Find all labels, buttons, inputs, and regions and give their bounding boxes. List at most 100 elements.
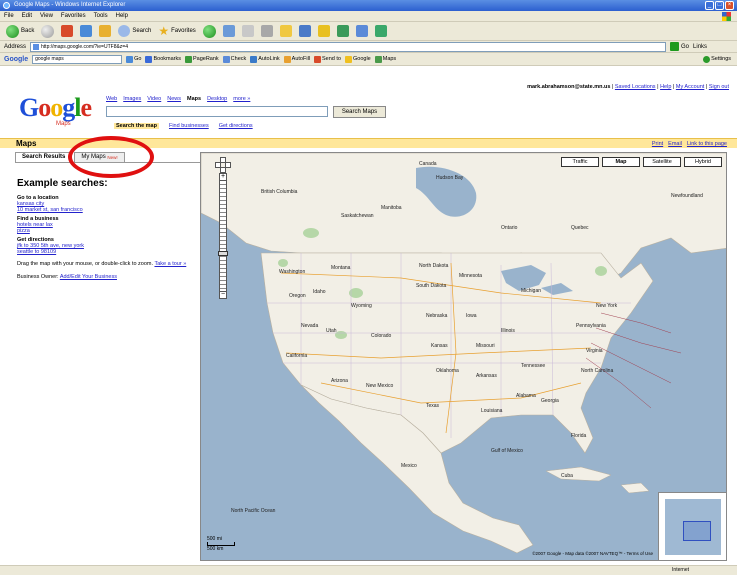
menu-view[interactable]: View (40, 13, 53, 19)
email-link[interactable]: Email (668, 141, 682, 147)
back-arrow-icon (6, 24, 19, 38)
get-directions-link[interactable]: Get directions (219, 123, 253, 129)
address-input[interactable]: http://maps.google.com/?ie=UTF8&z=4 (30, 41, 667, 52)
status-bar: Internet (0, 565, 737, 575)
go-button[interactable]: Go (670, 42, 689, 51)
links-label[interactable]: Links (693, 44, 707, 50)
zoom-out-icon[interactable]: − (219, 291, 227, 299)
search-maps-button[interactable]: Search Maps (333, 106, 386, 118)
take-a-tour-link[interactable]: Take a tour » (154, 261, 186, 267)
find-businesses-link[interactable]: Find businesses (169, 123, 209, 129)
sign-out-link[interactable]: Sign out (709, 84, 729, 90)
pagerank-icon (184, 55, 192, 63)
overview-map[interactable] (658, 492, 726, 560)
tab-search-results[interactable]: Search Results (15, 152, 73, 162)
address-label: Address (4, 43, 27, 50)
google-toolbar-sendto[interactable]: Send to (314, 55, 341, 63)
google-toolbar-google[interactable]: Google (344, 55, 371, 63)
google-toolbar-logo: Google (4, 55, 29, 63)
search-link-images[interactable]: Images (123, 96, 141, 102)
google-toolbar-autolink[interactable]: AutoLink (250, 55, 280, 63)
print-link[interactable]: Print (652, 141, 663, 147)
google-toolbar-check[interactable]: Check (222, 55, 246, 63)
refresh-icon (80, 25, 93, 37)
user-links: mark.abrahamson@state.mn.us | Saved Loca… (527, 84, 729, 90)
tools-button[interactable] (354, 24, 370, 39)
search-icon (118, 25, 131, 37)
search-link-more[interactable]: more » (233, 96, 250, 102)
media-button[interactable] (201, 24, 218, 39)
stop-button[interactable] (59, 24, 75, 39)
history-button[interactable] (221, 24, 237, 39)
google-toolbar-maps[interactable]: Maps (374, 55, 396, 63)
overview-viewport[interactable] (683, 521, 711, 541)
plugin-icon (374, 25, 387, 37)
search-link-maps: Maps (187, 96, 202, 102)
maximize-icon[interactable]: □ (715, 1, 724, 10)
hybrid-button[interactable]: Hybrid (684, 157, 722, 167)
windows-flag-icon (722, 12, 731, 21)
mail-button[interactable] (240, 24, 256, 39)
map-label: Texas (426, 403, 440, 409)
refresh-button[interactable] (78, 24, 94, 39)
close-icon[interactable]: × (725, 1, 734, 10)
research-button[interactable] (335, 24, 351, 39)
help-link[interactable]: Help (660, 84, 671, 90)
menu-edit[interactable]: Edit (22, 13, 32, 19)
home-button[interactable] (97, 24, 113, 39)
zoom-slider-track[interactable] (218, 181, 228, 291)
search-the-map-link[interactable]: Search the map (114, 123, 159, 129)
google-toolbar-pagerank[interactable]: PageRank (184, 55, 219, 63)
google-toolbar-go[interactable]: Go (126, 55, 141, 63)
example-link[interactable]: pizza (17, 228, 193, 234)
search-type-links: Web Images Video News Maps Desktop more … (106, 96, 250, 102)
plugin-button[interactable] (373, 24, 389, 39)
minimize-icon[interactable]: _ (705, 1, 714, 10)
search-link-video[interactable]: Video (147, 96, 161, 102)
forward-button[interactable] (39, 24, 56, 39)
link-to-page-link[interactable]: Link to this page (687, 141, 727, 147)
add-edit-business-link[interactable]: Add/Edit Your Business (60, 274, 117, 280)
google-logo[interactable]: Google (19, 95, 92, 121)
back-button[interactable]: Back (4, 24, 36, 39)
maps-search-input[interactable] (106, 106, 328, 117)
map-label: Idaho (313, 289, 326, 295)
example-link[interactable]: seattle to 98109 (17, 249, 193, 255)
mail-icon (241, 25, 254, 37)
satellite-button[interactable]: Satellite (643, 157, 681, 167)
discuss-button[interactable] (297, 24, 313, 39)
forward-arrow-icon (41, 24, 55, 38)
google-toolbar-autofill[interactable]: AutoFill (283, 55, 310, 63)
zoom-slider-handle[interactable] (218, 251, 228, 256)
map-button[interactable]: Map (602, 157, 640, 167)
edit-button[interactable] (278, 24, 294, 39)
map-label: Nevada (301, 323, 319, 329)
google-logo-maps-label: Maps (56, 121, 71, 127)
search-link-desktop[interactable]: Desktop (207, 96, 227, 102)
menu-favorites[interactable]: Favorites (61, 13, 86, 19)
highlight-circle-annotation (68, 136, 154, 178)
browser-toolbar: Back Search ★ Favorites (0, 22, 737, 41)
favorites-button[interactable]: ★ Favorites (156, 24, 197, 39)
google-toolbar-settings[interactable]: Settings (703, 55, 731, 63)
messenger-button[interactable] (316, 24, 332, 39)
window-title-bar: Google Maps - Windows Internet Explorer … (0, 0, 737, 11)
pan-control (215, 157, 231, 173)
menu-file[interactable]: File (4, 13, 14, 19)
search-link-news[interactable]: News (167, 96, 181, 102)
search-button[interactable]: Search (116, 24, 153, 39)
map-label: Colorado (371, 333, 392, 339)
map-canvas[interactable]: Canada Hudson Bay British Columbia Saska… (200, 152, 727, 561)
traffic-button[interactable]: Traffic (561, 157, 599, 167)
example-link[interactable]: 10 market st, san francisco (17, 207, 193, 213)
search-link-web[interactable]: Web (106, 96, 117, 102)
print-button[interactable] (259, 24, 275, 39)
google-toolbar-input[interactable]: google maps (32, 54, 123, 64)
saved-locations-link[interactable]: Saved Locations (615, 84, 656, 90)
pan-down-icon[interactable] (220, 167, 226, 173)
my-account-link[interactable]: My Account (676, 84, 704, 90)
zoom-in-icon[interactable]: + (219, 173, 227, 181)
google-toolbar-bookmarks[interactable]: Bookmarks (145, 55, 181, 63)
menu-help[interactable]: Help (116, 13, 128, 19)
menu-tools[interactable]: Tools (94, 13, 108, 19)
